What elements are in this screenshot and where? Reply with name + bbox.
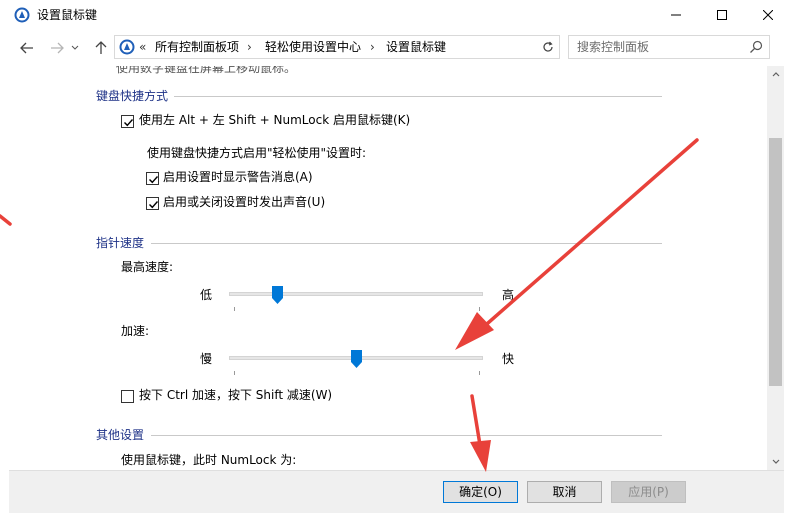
acceleration-fast-label: 快 (502, 352, 515, 366)
close-button[interactable] (745, 0, 791, 30)
section-divider (151, 435, 662, 436)
window-frame-bottom (0, 513, 791, 522)
show-warning-checkbox[interactable] (146, 172, 159, 185)
cancel-button[interactable]: 取消 (527, 481, 602, 503)
acceleration-slow-label: 慢 (200, 352, 213, 366)
acceleration-label: 加速: (121, 324, 150, 338)
back-button[interactable] (16, 38, 38, 58)
chevron-down-icon (772, 459, 779, 464)
slider-tick (234, 371, 235, 375)
make-sound-checkbox[interactable] (146, 197, 159, 210)
top-speed-high-label: 高 (502, 288, 515, 302)
scroll-thumb[interactable] (769, 138, 782, 386)
partial-description: 使用数字键盘在屏幕上移动鼠标。 (116, 66, 297, 75)
address-bar[interactable]: « 所有控制面板项 › 轻松使用设置中心 › 设置鼠标键 (114, 35, 631, 59)
window-frame-right (784, 66, 791, 513)
checkmark-icon (149, 176, 159, 184)
recent-locations-button[interactable] (68, 38, 82, 58)
search-input[interactable] (577, 39, 737, 55)
slider-tick (479, 371, 480, 375)
top-speed-slider-thumb[interactable] (271, 286, 283, 304)
search-box[interactable] (568, 35, 770, 59)
section-pointer-speed-title: 指针速度 (96, 236, 145, 250)
checkmark-icon (149, 201, 159, 209)
breadcrumb-separator[interactable]: › (370, 40, 375, 55)
breadcrumb-separator[interactable]: › (247, 40, 252, 55)
chevron-up-icon (772, 72, 779, 77)
section-divider (174, 96, 662, 97)
up-button[interactable] (90, 38, 112, 58)
arrow-right-icon (51, 42, 64, 54)
chevron-down-icon (71, 45, 79, 50)
top-speed-slider[interactable] (229, 292, 483, 296)
show-warning-label[interactable]: 启用设置时显示警告消息(A) (163, 169, 313, 185)
section-other-settings-title: 其他设置 (96, 428, 145, 442)
breadcrumb-overflow[interactable]: « (139, 40, 146, 55)
dialog-button-bar: 确定(O) 取消 应用(P) (9, 470, 784, 513)
section-divider (151, 243, 662, 244)
apply-button[interactable]: 应用(P) (611, 481, 686, 503)
checkmark-icon (124, 119, 134, 127)
enable-mouse-keys-checkbox[interactable] (121, 115, 134, 128)
window-frame-left (0, 66, 9, 513)
ok-button[interactable]: 确定(O) (443, 481, 518, 503)
scroll-down-button[interactable] (767, 453, 784, 470)
arrow-up-icon (95, 41, 107, 54)
enable-mouse-keys-label[interactable]: 使用左 Alt + 左 Shift + NumLock 启用鼠标键(K) (139, 112, 410, 128)
arrow-left-icon (20, 42, 33, 54)
numlock-label: 使用鼠标键，此时 NumLock 为: (121, 453, 297, 467)
top-speed-label: 最高速度: (121, 260, 174, 274)
minimize-button[interactable] (653, 0, 699, 30)
maximize-button[interactable] (699, 0, 745, 30)
breadcrumb-mouse-keys[interactable]: 设置鼠标键 (386, 40, 446, 55)
settings-content: 使用数字键盘在屏幕上移动鼠标。 键盘快捷方式 使用左 Alt + 左 Shift… (9, 66, 767, 470)
ctrl-shift-speed-label[interactable]: 按下 Ctrl 加速，按下 Shift 减速(W) (139, 387, 332, 403)
make-sound-label[interactable]: 启用或关闭设置时发出声音(U) (163, 194, 325, 210)
navigation-bar: « 所有控制面板项 › 轻松使用设置中心 › 设置鼠标键 (0, 30, 791, 66)
acceleration-slider-thumb[interactable] (350, 350, 362, 368)
control-panel-icon (119, 39, 135, 55)
minimize-icon (671, 14, 681, 16)
section-keyboard-shortcut-title: 键盘快捷方式 (96, 89, 169, 103)
mouse-keys-icon (14, 7, 30, 23)
scroll-up-button[interactable] (767, 66, 784, 83)
maximize-icon (717, 10, 727, 20)
ctrl-shift-speed-checkbox[interactable] (121, 390, 134, 403)
refresh-button[interactable] (538, 36, 558, 58)
refresh-icon (543, 41, 553, 52)
shortcut-sub-heading: 使用键盘快捷方式启用"轻松使用"设置时: (147, 146, 367, 160)
search-icon[interactable] (749, 40, 763, 54)
slider-tick (479, 307, 480, 311)
breadcrumb-all-items[interactable]: 所有控制面板项 (155, 40, 239, 55)
window-title: 设置鼠标键 (37, 8, 98, 22)
forward-button[interactable] (46, 38, 68, 58)
breadcrumb-ease-of-access[interactable]: 轻松使用设置中心 (265, 40, 361, 55)
title-bar: 设置鼠标键 (0, 0, 791, 30)
vertical-scrollbar[interactable] (767, 66, 784, 470)
top-speed-low-label: 低 (200, 288, 213, 302)
slider-tick (234, 307, 235, 311)
close-icon (763, 10, 773, 20)
